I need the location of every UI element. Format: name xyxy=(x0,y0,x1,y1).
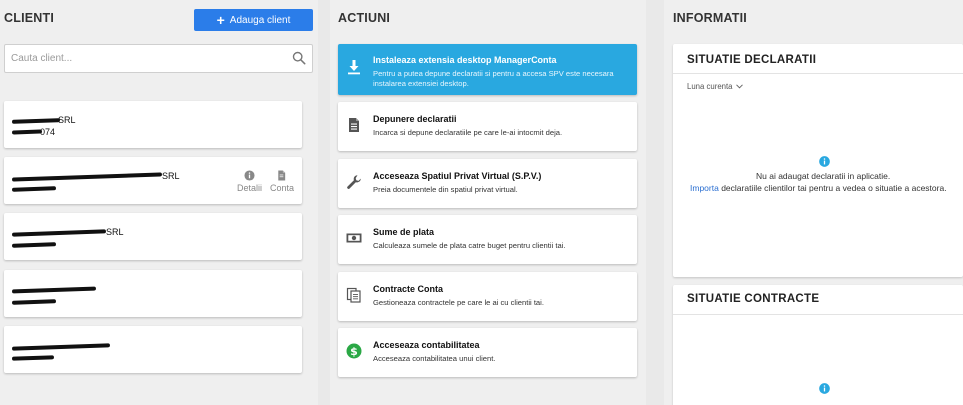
action-description: Gestioneaza contractele pe care le ai cu… xyxy=(373,298,544,307)
redaction-mark xyxy=(11,299,57,305)
details-label: Detalii xyxy=(236,183,262,193)
period-select-label: Luna curenta xyxy=(687,82,733,91)
action-title: Depunere declaratii xyxy=(373,114,457,124)
clients-title: CLIENTI xyxy=(4,11,55,25)
action-title: Instaleaza extensia desktop ManagerConta xyxy=(373,55,557,65)
document-icon xyxy=(349,118,359,132)
actions-title: ACTIUNI xyxy=(338,11,391,25)
contracts-panel-title: SITUATIE CONTRACTE xyxy=(687,293,820,305)
action-title: Contracte Conta xyxy=(373,284,444,294)
contracts-icon xyxy=(346,287,361,303)
info-icon xyxy=(244,170,255,181)
redaction-mark xyxy=(11,355,55,361)
client-search xyxy=(4,44,313,73)
action-accounting[interactable]: $ Acceseaza contabilitatea Acceseaza con… xyxy=(338,328,637,377)
action-install-extension[interactable]: Instaleaza extensia desktop ManagerConta… xyxy=(338,44,637,95)
action-description: Acceseaza contabilitatea unui client. xyxy=(373,354,496,363)
client-card[interactable]: SRL Detalii Conta xyxy=(4,157,302,204)
info-icon xyxy=(819,156,830,167)
info-icon xyxy=(819,383,830,394)
client-card[interactable] xyxy=(4,326,302,373)
actions-panel: ACTIUNI Instaleaza extensia desktop Mana… xyxy=(330,0,646,405)
action-description: Incarca si depune declaratiile pe care l… xyxy=(373,128,563,137)
import-hint-text: declaratiile clientilor tai pentru a ved… xyxy=(718,183,947,193)
search-icon[interactable] xyxy=(292,51,306,65)
client-code: 074 xyxy=(40,127,56,137)
download-icon xyxy=(348,60,360,75)
client-search-input[interactable] xyxy=(5,45,275,72)
details-button[interactable]: Detalii xyxy=(237,170,262,193)
declarations-status-panel: SITUATIE DECLARATII Luna curenta Nu ai a… xyxy=(673,44,963,277)
declarations-panel-title: SITUATIE DECLARATII xyxy=(687,54,817,66)
chevron-down-icon xyxy=(735,84,743,89)
info-panel: INFORMATII SITUATIE DECLARATII Luna cure… xyxy=(664,0,963,405)
action-payment-sums[interactable]: Sume de plata Calculeaza sumele de plata… xyxy=(338,215,637,264)
client-card[interactable]: SRL 074 xyxy=(4,101,302,148)
conta-label: Conta xyxy=(269,183,294,193)
redaction-mark xyxy=(11,186,57,192)
client-card[interactable] xyxy=(4,270,302,317)
action-description: Pentru a putea depune declaratii si pent… xyxy=(373,69,614,88)
client-card[interactable]: SRL xyxy=(4,213,302,260)
redaction-mark xyxy=(11,242,57,248)
action-description: Preia documentele din spatiul privat vir… xyxy=(373,185,518,194)
svg-text:$: $ xyxy=(350,345,358,358)
add-client-label: Adauga client xyxy=(229,14,291,26)
contracts-status-panel: SITUATIE CONTRACTE xyxy=(673,285,963,405)
import-link[interactable]: Importa xyxy=(690,183,719,193)
period-select[interactable]: Luna curenta xyxy=(687,82,743,91)
action-contracts[interactable]: Contracte Conta Gestioneaza contractele … xyxy=(338,272,637,321)
divider xyxy=(673,73,963,74)
redaction-mark xyxy=(11,343,111,351)
action-title: Sume de plata xyxy=(373,227,435,237)
clients-panel: CLIENTI + Adauga client SRL 074 SRL Deta… xyxy=(0,0,318,405)
money-icon xyxy=(346,233,362,243)
declarations-import-hint: Importa declaratiile clientilor tai pent… xyxy=(690,183,947,193)
redaction-mark xyxy=(11,229,107,237)
add-client-button[interactable]: + Adauga client xyxy=(194,9,313,31)
plus-icon: + xyxy=(216,12,225,28)
client-name: SRL xyxy=(162,171,180,181)
redaction-mark xyxy=(11,172,163,182)
info-title: INFORMATII xyxy=(673,11,747,25)
client-name: SRL xyxy=(106,227,124,237)
action-description: Calculeaza sumele de plata catre buget p… xyxy=(373,241,566,250)
action-title: Acceseaza Spatiul Privat Virtual (S.P.V.… xyxy=(373,171,542,181)
client-name: SRL xyxy=(58,115,76,125)
action-title: Acceseaza contabilitatea xyxy=(373,340,480,350)
wrench-icon xyxy=(347,175,361,189)
client-actions: Detalii Conta xyxy=(237,170,294,193)
declarations-empty-message: Nu ai adaugat declaratii in aplicatie. xyxy=(756,171,891,181)
action-submit-declarations[interactable]: Depunere declaratii Incarca si depune de… xyxy=(338,102,637,151)
redaction-mark xyxy=(11,129,43,135)
conta-button[interactable]: Conta xyxy=(270,170,294,193)
document-icon xyxy=(278,170,286,181)
redaction-mark xyxy=(11,118,61,124)
divider xyxy=(673,314,963,315)
action-access-spv[interactable]: Acceseaza Spatiul Privat Virtual (S.P.V.… xyxy=(338,159,637,208)
redaction-mark xyxy=(11,286,97,294)
dollar-icon: $ xyxy=(346,343,362,359)
